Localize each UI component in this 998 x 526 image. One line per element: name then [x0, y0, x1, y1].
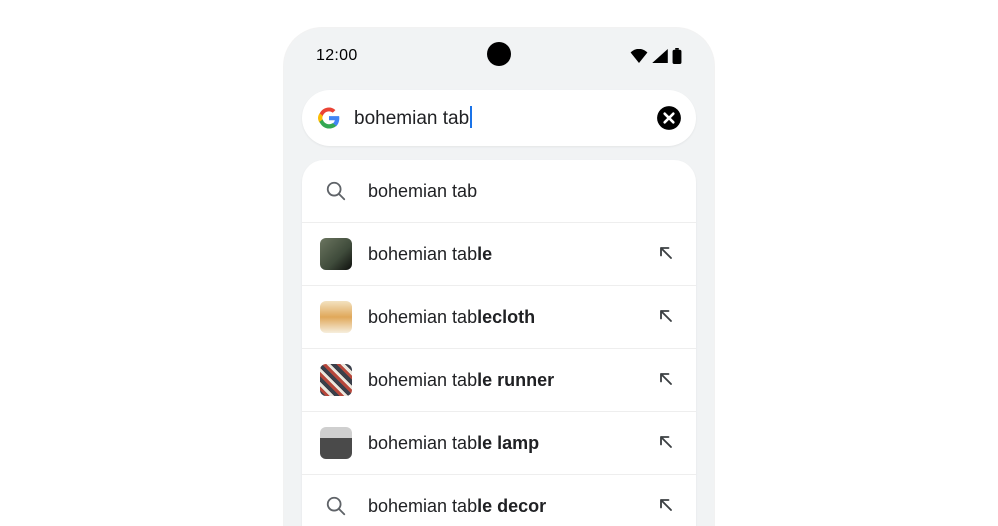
search-icon [320, 490, 352, 522]
insert-arrow-icon[interactable] [656, 243, 678, 265]
google-logo-icon [318, 107, 340, 129]
suggestion-row[interactable]: bohemian table decor [302, 475, 696, 526]
signal-icon [652, 49, 668, 63]
suggestion-thumbnail [320, 238, 352, 270]
wifi-icon [630, 49, 648, 63]
insert-arrow-icon[interactable] [656, 432, 678, 454]
suggestion-thumbnail [320, 301, 352, 333]
suggestion-row[interactable]: bohemian tablecloth [302, 286, 696, 349]
status-bar: 12:00 [302, 28, 696, 76]
suggestion-thumbnail [320, 364, 352, 396]
status-time: 12:00 [316, 47, 358, 65]
suggestion-row[interactable]: bohemian table [302, 223, 696, 286]
text-caret [470, 106, 472, 128]
suggestion-label: bohemian table decor [368, 496, 656, 517]
insert-arrow-icon[interactable] [656, 306, 678, 328]
suggestion-label: bohemian tablecloth [368, 307, 656, 328]
clear-search-button[interactable] [656, 105, 682, 131]
suggestion-label: bohemian table [368, 244, 656, 265]
suggestions-panel: bohemian tab bohemian table bohemian table… [302, 160, 696, 526]
suggestion-label: bohemian tab [368, 181, 678, 202]
suggestion-row[interactable]: bohemian tab [302, 160, 696, 223]
insert-arrow-icon[interactable] [656, 495, 678, 517]
suggestion-label: bohemian table lamp [368, 433, 656, 454]
search-query-text: bohemian tab [354, 108, 469, 129]
suggestion-label: bohemian table runner [368, 370, 656, 391]
insert-arrow-icon[interactable] [656, 369, 678, 391]
battery-icon [672, 48, 682, 64]
phone-frame: 12:00 [284, 28, 714, 526]
suggestion-row[interactable]: bohemian table lamp [302, 412, 696, 475]
search-input[interactable]: bohemian tab [354, 106, 656, 130]
front-camera-cutout [487, 42, 511, 66]
suggestion-thumbnail [320, 427, 352, 459]
search-bar[interactable]: bohemian tab [302, 90, 696, 146]
search-icon [320, 175, 352, 207]
suggestion-row[interactable]: bohemian table runner [302, 349, 696, 412]
